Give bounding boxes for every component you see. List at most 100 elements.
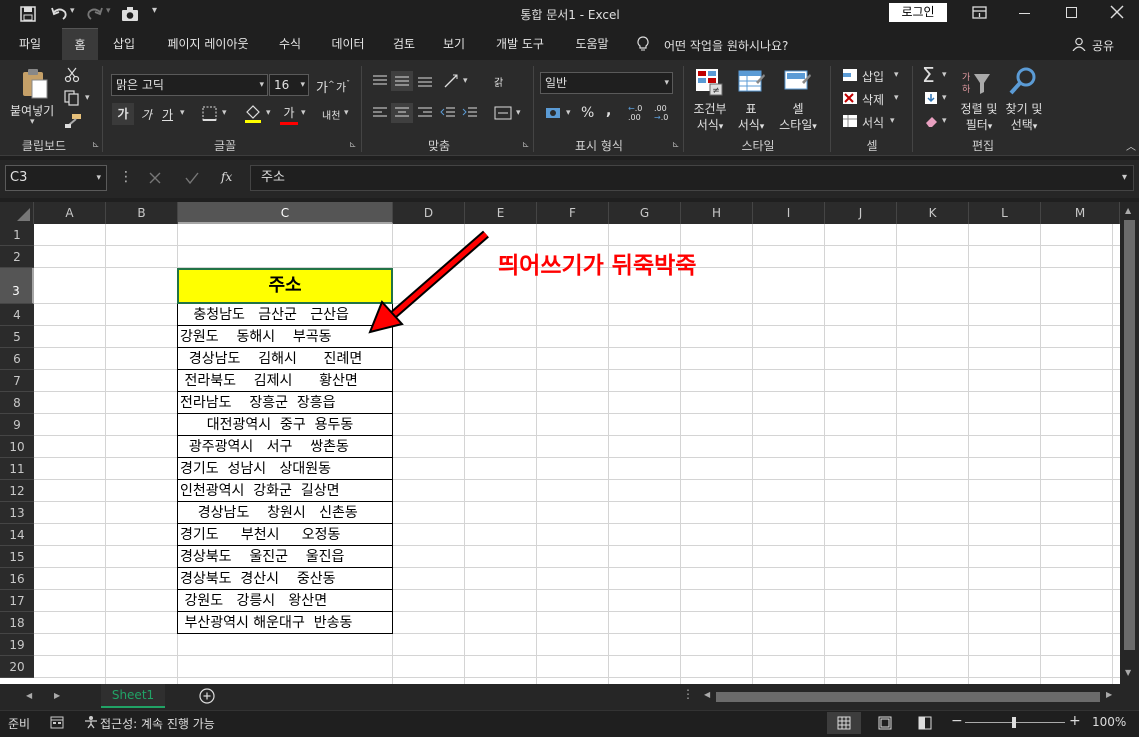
zoom-slider[interactable] (965, 717, 1065, 728)
undo-dropdown-icon[interactable]: ▾ (70, 6, 75, 16)
vertical-scroll-thumb[interactable] (1124, 220, 1135, 650)
conditional-format-button[interactable]: 조건부 서식▾ (692, 101, 728, 135)
column-header-f[interactable]: F (537, 202, 609, 224)
address-cell[interactable]: 부산광역시 해운대구 반송동 (177, 612, 393, 634)
row-header-6[interactable]: 6 (0, 348, 34, 370)
scroll-left-icon[interactable]: ◀ (704, 690, 710, 699)
sort-filter-icon[interactable]: 가하 (960, 68, 992, 98)
format-cells-icon[interactable] (842, 114, 858, 128)
accessibility-icon[interactable] (84, 715, 98, 729)
merge-dropdown-icon[interactable]: ▾ (516, 108, 521, 118)
font-color-button[interactable]: 가 (280, 104, 298, 125)
font-name-select[interactable]: 맑은 고딕 ▾ (111, 74, 268, 96)
maximize-icon[interactable] (1066, 7, 1077, 18)
format-cells-button[interactable]: 서식 (862, 114, 884, 131)
cell-styles-icon[interactable] (784, 68, 812, 96)
decrease-indent-icon[interactable] (440, 106, 456, 120)
enter-icon[interactable] (185, 171, 199, 185)
address-cell[interactable]: 경기도 성남시 상대원동 (177, 458, 393, 480)
autosum-icon[interactable]: Σ (922, 63, 935, 87)
scroll-sheets-left-icon[interactable]: ◀ (26, 691, 32, 700)
page-layout-view-icon[interactable] (878, 716, 892, 730)
column-header-h[interactable]: H (681, 202, 753, 224)
row-header-5[interactable]: 5 (0, 326, 34, 348)
align-middle-icon[interactable] (391, 71, 413, 91)
fill-dropdown-icon[interactable]: ▾ (942, 93, 947, 103)
zoom-out-button[interactable]: − (951, 713, 963, 729)
delete-cells-icon[interactable] (842, 91, 858, 105)
horizontal-scrollbar[interactable]: ◀ ▶ (702, 690, 1118, 704)
autosum-dropdown-icon[interactable]: ▾ (942, 70, 947, 80)
delete-cells-dropdown-icon[interactable]: ▾ (894, 93, 899, 103)
row-header-3[interactable]: 3 (0, 268, 34, 304)
paste-icon[interactable] (20, 68, 50, 100)
tab-home[interactable]: 홈 (62, 28, 98, 60)
phonetic-dropdown-icon[interactable]: ▾ (344, 108, 349, 118)
row-header-14[interactable]: 14 (0, 524, 34, 546)
tab-help[interactable]: 도움말 (566, 28, 618, 60)
row-header-18[interactable]: 18 (0, 612, 34, 634)
insert-cells-dropdown-icon[interactable]: ▾ (894, 70, 899, 80)
column-header-i[interactable]: I (753, 202, 825, 224)
wrap-text-button[interactable]: 갉 (494, 74, 503, 89)
format-as-table-icon[interactable] (738, 68, 766, 96)
row-header-19[interactable]: 19 (0, 634, 34, 656)
number-format-select[interactable]: 일반 ▾ (540, 72, 673, 94)
ribbon-display-icon[interactable] (972, 6, 988, 20)
column-header-l[interactable]: L (969, 202, 1041, 224)
column-header-k[interactable]: K (897, 202, 969, 224)
phonetic-button[interactable]: 내천 (322, 107, 340, 122)
format-cells-dropdown-icon[interactable]: ▾ (890, 116, 895, 126)
tab-data[interactable]: 데이터 (322, 28, 374, 60)
undo-icon[interactable] (50, 5, 68, 23)
address-cell[interactable]: 경상북도 경산시 중산동 (177, 568, 393, 590)
row-header-13[interactable]: 13 (0, 502, 34, 524)
normal-view-icon[interactable] (827, 712, 861, 734)
orientation-icon[interactable] (443, 73, 461, 89)
tab-review[interactable]: 검토 (384, 28, 424, 60)
scroll-down-icon[interactable]: ▼ (1125, 668, 1131, 677)
tell-me-search[interactable]: 어떤 작업을 원하시나요? (664, 37, 788, 54)
clipboard-launcher-icon[interactable]: ⊾ (92, 140, 100, 150)
save-icon[interactable] (20, 6, 36, 22)
percent-button[interactable]: % (581, 105, 594, 121)
format-painter-icon[interactable] (64, 113, 82, 129)
font-color-dropdown-icon[interactable]: ▾ (301, 108, 306, 118)
row-header-11[interactable]: 11 (0, 458, 34, 480)
column-header-g[interactable]: G (609, 202, 681, 224)
cell-styles-button[interactable]: 셀 스타일▾ (774, 101, 822, 135)
row-header-8[interactable]: 8 (0, 392, 34, 414)
increase-indent-icon[interactable] (462, 106, 478, 120)
borders-dropdown-icon[interactable]: ▾ (222, 108, 227, 118)
plus-circle-icon[interactable] (199, 688, 215, 704)
sheet-tab-sheet1[interactable]: Sheet1 (101, 684, 165, 708)
find-select-icon[interactable] (1008, 66, 1038, 98)
select-all-corner[interactable] (0, 202, 34, 224)
underline-dropdown-icon[interactable]: ▾ (180, 108, 185, 118)
row-header-7[interactable]: 7 (0, 370, 34, 392)
cut-icon[interactable] (64, 67, 80, 83)
redo-icon[interactable] (86, 5, 104, 23)
comma-button[interactable]: , (606, 103, 611, 119)
column-header-e[interactable]: E (465, 202, 537, 224)
address-cell[interactable]: 경기도 부천시 오정동 (177, 524, 393, 546)
row-header-15[interactable]: 15 (0, 546, 34, 568)
address-cell[interactable]: 경상남도 창원시 신촌동 (177, 502, 393, 524)
grow-font-button[interactable]: 가^ (316, 77, 335, 96)
copy-icon[interactable] (64, 90, 80, 106)
column-header-m[interactable]: M (1041, 202, 1120, 224)
align-left-icon[interactable] (372, 106, 388, 120)
tab-page-layout[interactable]: 페이지 레이아웃 (156, 28, 260, 60)
shrink-font-button[interactable]: 가ˇ (336, 79, 350, 95)
column-header-a[interactable]: A (34, 202, 106, 224)
delete-cells-button[interactable]: 삭제 (862, 91, 884, 108)
column-header-b[interactable]: B (106, 202, 178, 224)
zoom-slider-thumb[interactable] (1012, 717, 1016, 728)
align-top-icon[interactable] (372, 74, 388, 88)
tab-insert[interactable]: 삽입 (104, 28, 144, 60)
tab-file[interactable]: 파일 (6, 28, 54, 60)
vertical-scrollbar-track[interactable]: ▲ ▼ (1120, 202, 1139, 684)
fill-icon[interactable] (924, 91, 938, 105)
zoom-level[interactable]: 100% (1092, 715, 1126, 729)
row-header-10[interactable]: 10 (0, 436, 34, 458)
